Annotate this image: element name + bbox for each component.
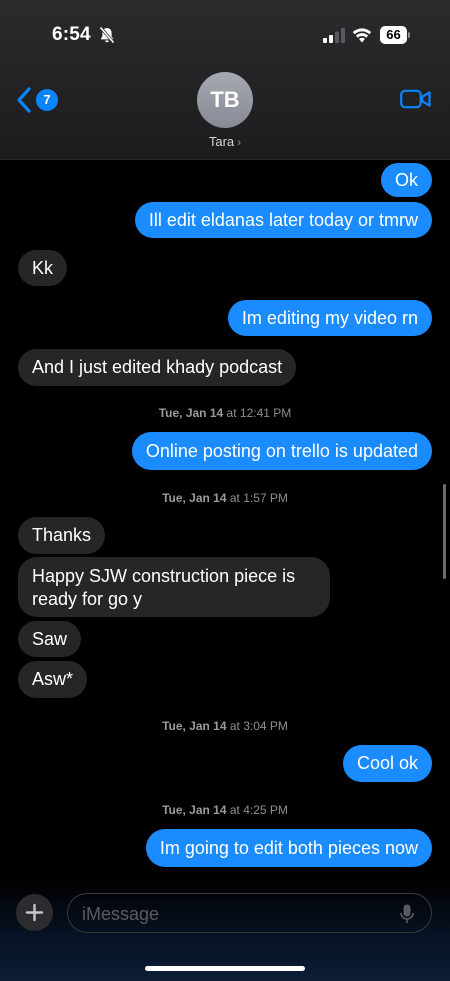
message-input-placeholder: iMessage (82, 904, 160, 924)
message-bubble-incoming[interactable]: And I just edited khady podcast (18, 349, 297, 386)
back-button[interactable]: 7 (16, 86, 60, 114)
message-bubble-outgoing[interactable]: Im going to edit both pieces now (145, 829, 432, 867)
timestamp-day: Tue, Jan 14 (158, 406, 224, 420)
video-camera-icon[interactable] (400, 89, 431, 109)
message-bubble-incoming[interactable]: Saw (18, 621, 82, 657)
message-bubble-outgoing[interactable]: Ok (380, 163, 432, 197)
chevron-left-icon (17, 87, 31, 113)
timestamp-time: 3:04 PM (243, 719, 288, 733)
timestamp-day: Tue, Jan 14 (162, 491, 227, 505)
timestamp-day: Tue, Jan 14 (162, 719, 227, 733)
timestamp: Tue, Jan 14 at 1:57 PM (162, 491, 288, 505)
home-indicator[interactable] (145, 966, 305, 971)
timestamp: Tue, Jan 14 at 4:25 PM (162, 803, 288, 817)
message-bubble-outgoing[interactable]: Im editing my video rn (227, 300, 432, 336)
contact-name: Tara (208, 134, 235, 149)
microphone-icon[interactable] (400, 904, 414, 924)
contact-name-button[interactable]: Tara › (0, 134, 450, 149)
bell-slash-icon (99, 26, 115, 44)
message-input[interactable]: iMessage (67, 893, 432, 933)
message-bubble-outgoing[interactable]: Cool ok (342, 745, 432, 782)
message-bubble-outgoing[interactable]: Online posting on trello is updated (131, 432, 432, 470)
battery-level: 66 (380, 26, 407, 44)
status-time: 6:54 (52, 24, 91, 45)
message-bubble-incoming[interactable]: Thanks (18, 517, 106, 554)
timestamp-time: 4:25 PM (243, 803, 288, 817)
chevron-right-icon: › (237, 135, 242, 149)
message-bubble-incoming[interactable]: Kk (18, 250, 68, 286)
plus-icon (25, 903, 44, 922)
timestamp-time: 1:57 PM (243, 491, 288, 505)
signal-icon (323, 28, 345, 43)
status-bar: 6:54 66 (0, 0, 450, 68)
message-bubble-outgoing[interactable]: Ill edit eldanas later today or tmrw (134, 202, 432, 238)
timestamp-day: Tue, Jan 14 (162, 803, 227, 817)
message-bubble-incoming[interactable]: Happy SJW construction piece is ready fo… (18, 557, 330, 617)
timestamp: Tue, Jan 14 at 12:41 PM (158, 406, 292, 420)
timestamp-time: 12:41 PM (239, 406, 292, 420)
apps-button[interactable] (16, 894, 53, 931)
unread-count-badge: 7 (36, 89, 58, 111)
battery-icon: 66 (380, 26, 410, 44)
scrollbar[interactable] (443, 484, 446, 579)
wifi-icon (352, 28, 372, 43)
message-bubble-incoming[interactable]: Asw* (18, 661, 88, 698)
conversation-header: 6:54 66 7 TB Tara › (0, 0, 450, 160)
avatar[interactable]: TB (197, 72, 253, 128)
timestamp: Tue, Jan 14 at 3:04 PM (162, 719, 288, 733)
